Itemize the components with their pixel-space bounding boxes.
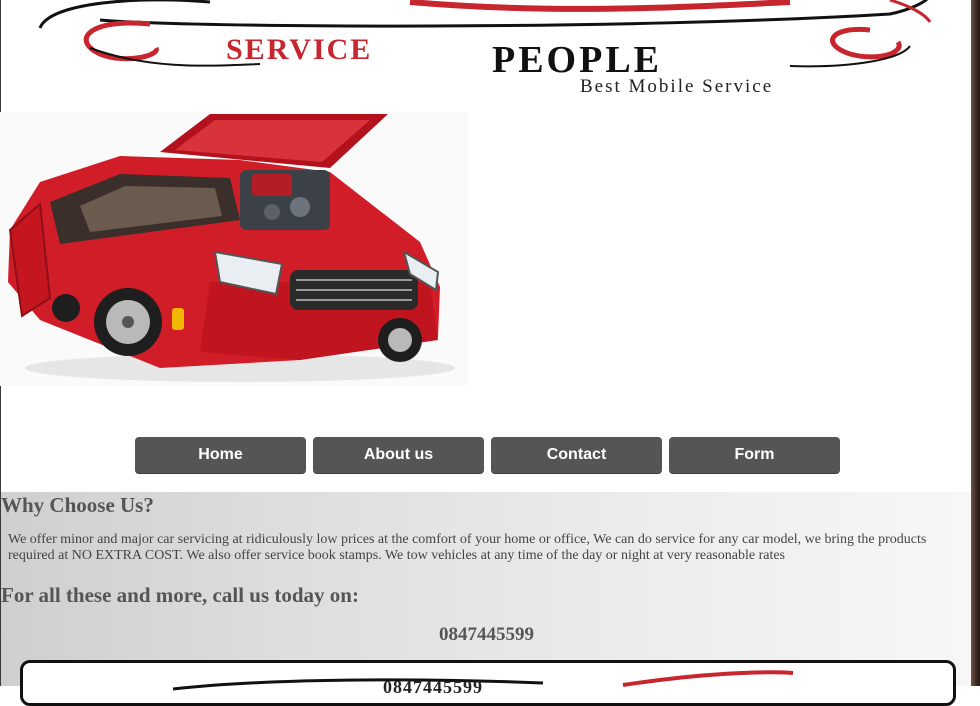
footer-phone-number: 0847445599 bbox=[383, 677, 483, 697]
why-choose-us-heading: Why Choose Us? bbox=[1, 493, 154, 517]
nav-home-button[interactable]: Home bbox=[135, 437, 306, 473]
footer-swoosh-graphic bbox=[172, 670, 794, 691]
nav-about-button[interactable]: About us bbox=[313, 437, 484, 473]
car-engine-image bbox=[0, 112, 468, 386]
logo-word-service: SERVICE bbox=[226, 33, 373, 66]
page-right-scrollbar-edge bbox=[971, 0, 980, 686]
logo-swoosh-graphic bbox=[38, 0, 932, 68]
footer-logo-card: 0847445599 bbox=[20, 660, 956, 706]
phone-number: 0847445599 bbox=[439, 624, 534, 645]
why-choose-us-text: We offer minor and major car servicing a… bbox=[8, 532, 927, 563]
call-us-heading: For all these and more, call us today on… bbox=[1, 583, 359, 607]
nav-form-button[interactable]: Form bbox=[669, 437, 840, 473]
logo-banner: SERVICE PEOPLE Best Mobile Service bbox=[30, 0, 940, 105]
nav-contact-button[interactable]: Contact bbox=[491, 437, 662, 473]
logo-tagline: Best Mobile Service bbox=[580, 76, 774, 97]
main-navigation: Home About us Contact Form bbox=[135, 437, 840, 473]
